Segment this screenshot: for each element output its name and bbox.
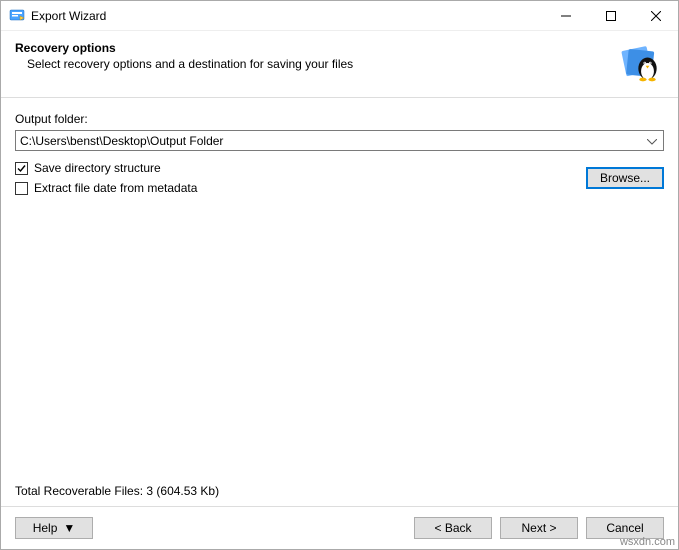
minimize-button[interactable] (543, 1, 588, 31)
checkbox-box-checked (15, 162, 28, 175)
wizard-header: Recovery options Select recovery options… (1, 31, 678, 98)
back-button[interactable]: < Back (414, 517, 492, 539)
extract-file-date-label: Extract file date from metadata (34, 181, 197, 195)
penguin-icon (620, 41, 664, 85)
titlebar: Export Wizard (1, 1, 678, 31)
extract-file-date-checkbox[interactable]: Extract file date from metadata (15, 181, 586, 195)
close-button[interactable] (633, 1, 678, 31)
watermark: wsxdn.com (620, 536, 675, 548)
maximize-button[interactable] (588, 1, 633, 31)
window-title: Export Wizard (31, 9, 543, 23)
browse-button[interactable]: Browse... (586, 167, 664, 189)
output-folder-label: Output folder: (15, 112, 664, 126)
next-button[interactable]: Next > (500, 517, 578, 539)
chevron-down-icon (645, 134, 659, 148)
checkbox-box-unchecked (15, 182, 28, 195)
app-icon (9, 8, 25, 24)
header-subtitle: Select recovery options and a destinatio… (15, 57, 610, 71)
export-wizard-window: Export Wizard Recovery options Select re… (0, 0, 679, 550)
status-text: Total Recoverable Files: 3 (604.53 Kb) (15, 484, 219, 498)
help-button[interactable]: Help ▼ (15, 517, 93, 539)
save-directory-structure-label: Save directory structure (34, 161, 161, 175)
help-label: Help (33, 521, 58, 535)
header-title: Recovery options (15, 41, 610, 55)
footer-bar: Help ▼ < Back Next > Cancel (1, 506, 678, 549)
content-area: Output folder: C:\Users\benst\Desktop\Ou… (1, 98, 678, 506)
dropdown-triangle-icon: ▼ (63, 521, 75, 535)
output-folder-value: C:\Users\benst\Desktop\Output Folder (20, 134, 645, 148)
output-folder-combo[interactable]: C:\Users\benst\Desktop\Output Folder (15, 130, 664, 151)
save-directory-structure-checkbox[interactable]: Save directory structure (15, 161, 586, 175)
